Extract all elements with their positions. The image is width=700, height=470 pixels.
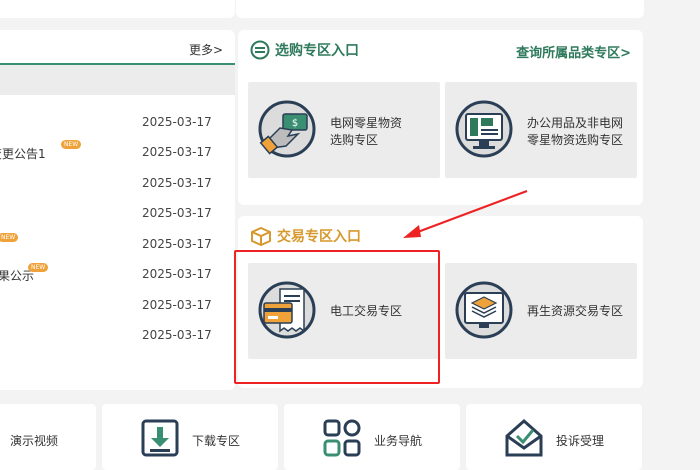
- list-item[interactable]: 2025-03-17: [0, 298, 235, 320]
- highlight-box: [234, 250, 440, 384]
- list-item-date: 2025-03-17: [142, 176, 212, 190]
- more-link[interactable]: 更多>: [189, 41, 223, 58]
- payment-hand-icon: $: [258, 100, 316, 158]
- trade-zone-title: 交易专区入口: [250, 226, 361, 246]
- monitor-document-icon: [455, 100, 513, 158]
- box-icon: [251, 226, 271, 246]
- tile-label: 再生资源交易专区: [527, 304, 624, 318]
- tile-office-supplies[interactable]: 办公用品及非电网 零星物资选购专区: [445, 82, 637, 178]
- list-item[interactable]: 果公示 NEW 2025-03-17: [0, 263, 235, 289]
- tile-label: 办公用品及非电网 零星物资选购专区: [527, 116, 624, 147]
- purchase-zone-title: 选购专区入口: [250, 40, 359, 60]
- list-item-date: 2025-03-17: [142, 298, 212, 312]
- nav-label: 投诉受理: [556, 434, 605, 448]
- news-header-bar: [0, 65, 235, 95]
- list-item-date: 2025-03-17: [142, 115, 212, 129]
- nav-business-guide[interactable]: 业务导航: [284, 404, 460, 470]
- tile-label: 电网零星物资 选购专区: [330, 116, 403, 147]
- list-item[interactable]: 2025-03-17: [0, 115, 235, 137]
- layers-monitor-icon: [455, 281, 513, 339]
- nav-label: 下载专区: [192, 434, 241, 448]
- list-item[interactable]: 变更公告1 NEW 2025-03-17: [0, 140, 235, 167]
- list-item-date: 2025-03-17: [142, 145, 212, 159]
- news-panel: 更多> 2025-03-17 变更公告1 NEW 2025-03-17 2025…: [0, 30, 235, 390]
- nav-label: 业务导航: [374, 434, 423, 448]
- envelope-icon: [505, 418, 543, 457]
- list-item-date: 2025-03-17: [142, 237, 212, 251]
- purchase-zone-panel: 选购专区入口 查询所属品类专区> $ 电网零星物资 选购专区 办公用品及非电网 …: [238, 30, 643, 205]
- new-badge: NEW: [28, 263, 49, 272]
- svg-text:$: $: [292, 118, 298, 129]
- list-item-date: 2025-03-17: [142, 267, 212, 281]
- top-left-card: [0, 0, 235, 18]
- list-item-date: 2025-03-17: [142, 328, 212, 342]
- news-header: 更多>: [0, 30, 235, 65]
- annotation-arrow: [403, 189, 528, 238]
- list-item[interactable]: 2025-03-17: [0, 328, 235, 350]
- list-item[interactable]: NEW 2025-03-17: [0, 233, 235, 259]
- list-item-date: 2025-03-17: [142, 206, 212, 220]
- nav-download[interactable]: 下载专区: [102, 404, 278, 470]
- tile-recycling-trade[interactable]: 再生资源交易专区: [445, 263, 637, 359]
- list-item[interactable]: 2025-03-17: [0, 176, 235, 198]
- purchase-zone-icon: [250, 40, 270, 60]
- tile-grid-materials[interactable]: $ 电网零星物资 选购专区: [248, 82, 440, 178]
- list-item[interactable]: 2025-03-17: [0, 206, 235, 228]
- new-badge: NEW: [61, 140, 82, 149]
- new-badge: NEW: [0, 233, 19, 242]
- grid-icon: [323, 419, 361, 457]
- top-right-card: [236, 0, 644, 18]
- nav-demo-video[interactable]: 演示视频: [0, 404, 96, 470]
- category-zone-link[interactable]: 查询所属品类专区>: [516, 42, 631, 61]
- nav-complaints[interactable]: 投诉受理: [466, 404, 642, 470]
- nav-label: 演示视频: [10, 434, 59, 448]
- download-icon: [141, 419, 179, 457]
